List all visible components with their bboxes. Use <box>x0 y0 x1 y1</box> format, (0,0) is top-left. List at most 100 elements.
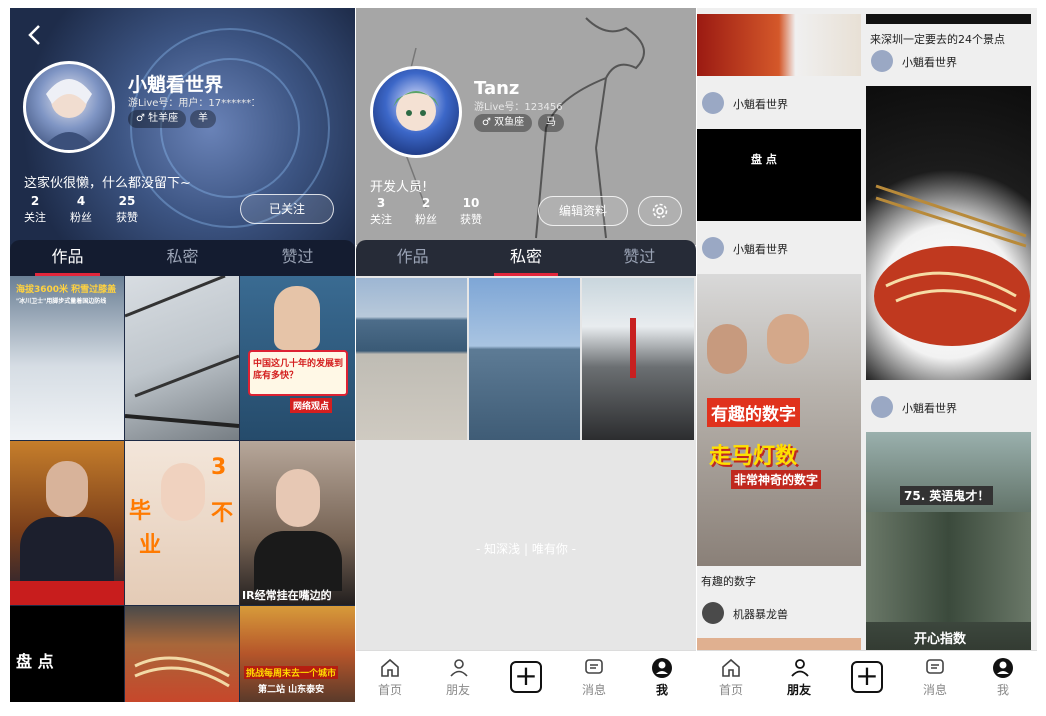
avatar[interactable] <box>871 396 893 418</box>
home-icon <box>722 658 740 677</box>
following-count[interactable]: 3 <box>366 196 396 210</box>
nav-home[interactable]: 首页 <box>697 651 765 702</box>
author-name[interactable]: 小魈看世界 <box>733 96 788 112</box>
car-ornament <box>630 318 636 378</box>
following-label: 关注 <box>370 213 392 226</box>
nav-home[interactable]: 首页 <box>356 651 424 702</box>
nav-create[interactable]: + <box>492 651 560 702</box>
author-name[interactable]: 小魈看世界 <box>902 54 957 70</box>
back-icon[interactable] <box>24 22 46 48</box>
tab-liked[interactable]: 赞过 <box>240 240 355 276</box>
photo-thumbnail[interactable] <box>469 278 580 440</box>
footer-slogan: - 知深浅 | 唯有你 - <box>476 542 576 556</box>
feed-card-image[interactable] <box>866 86 1031 380</box>
nav-friends[interactable]: 朋友 <box>424 651 492 702</box>
followers-count[interactable]: 4 <box>66 194 96 208</box>
edit-profile-button[interactable]: 编辑资料 <box>538 196 628 226</box>
video-thumbnail[interactable] <box>125 606 239 702</box>
person-figure <box>276 469 320 527</box>
nav-label: 朋友 <box>786 683 811 697</box>
bio-text: 这家伙很懒，什么都没留下~ <box>24 176 191 191</box>
animal-chip: 马 <box>538 114 564 132</box>
nav-create[interactable]: + <box>833 651 901 702</box>
video-thumbnail[interactable]: 中国这几十年的发展到底有多快？ 网络观点 <box>240 276 355 440</box>
followers-count[interactable]: 2 <box>411 196 441 210</box>
card-title[interactable]: 有趣的数字 <box>701 573 756 589</box>
video-thumbnail[interactable]: 海拔3600米 积雪过膝盖 "冰川卫士"用脚步式量着国边防线 <box>10 276 124 440</box>
profile-icon <box>993 658 1013 678</box>
avatar[interactable] <box>871 50 893 72</box>
video-thumbnail[interactable] <box>125 276 239 440</box>
tab-private[interactable]: 私密 <box>469 240 582 276</box>
thumbnail-caption: 挑战每周末去一个城市 <box>244 666 339 679</box>
video-thumbnail[interactable]: 挑战每周末去一个城市 第二站 山东泰安 <box>240 606 355 702</box>
video-thumbnail[interactable] <box>10 441 124 605</box>
likes-count[interactable]: 10 <box>456 196 486 210</box>
avatar[interactable] <box>702 602 724 624</box>
tab-works[interactable]: 作品 <box>356 240 469 276</box>
nav-label: 消息 <box>922 683 947 697</box>
presenter-figure <box>274 286 320 350</box>
plus-icon: + <box>851 661 883 693</box>
author-name[interactable]: 小魈看世界 <box>733 241 788 257</box>
nav-me[interactable]: 我 <box>969 651 1037 702</box>
likes-count[interactable]: 25 <box>112 194 142 208</box>
gear-icon <box>652 203 668 219</box>
scene-figures <box>866 512 1031 622</box>
nav-label: 消息 <box>581 683 606 697</box>
photo-thumbnail[interactable] <box>582 278 694 440</box>
author-name[interactable]: 机器暴龙兽 <box>733 606 788 622</box>
feed-card-image[interactable]: 75. 英语鬼才！ 开心指数 <box>866 432 1031 654</box>
feed-card-image[interactable] <box>697 14 861 76</box>
nav-friends[interactable]: 朋友 <box>765 651 833 702</box>
feed-card-image[interactable]: 有趣的数字 走马灯数 非常神奇的数字 <box>697 274 861 566</box>
tab-private[interactable]: 私密 <box>125 240 240 276</box>
video-thumbnail[interactable]: 毕 业 3 不 <box>125 441 239 605</box>
settings-button[interactable] <box>638 196 682 226</box>
nav-messages[interactable]: 消息 <box>901 651 969 702</box>
avatar-illustration <box>41 79 97 150</box>
avatar[interactable] <box>702 92 724 114</box>
nav-messages[interactable]: 消息 <box>560 651 628 702</box>
overlay-text: 开心指数 <box>914 632 967 647</box>
nav-label: 首页 <box>718 683 743 697</box>
home-icon <box>381 658 399 677</box>
followers-label: 粉丝 <box>70 211 92 224</box>
overlay-char: 不 <box>211 501 234 526</box>
nav-label: 我 <box>655 683 668 697</box>
bottom-navigation: 首页 朋友 + 消息 我 <box>697 650 1037 702</box>
photo-thumbnail[interactable] <box>356 278 467 440</box>
overlay-char: 毕 <box>129 499 152 524</box>
card-title[interactable]: 来深圳一定要去的24个景点 <box>870 31 1005 47</box>
zodiac-chip: ♂ 牡羊座 <box>128 110 187 128</box>
feed-card-image[interactable]: 盘 点 <box>697 129 861 221</box>
content-tabs: 作品 私密 赞过 <box>356 240 696 276</box>
avatar[interactable] <box>370 66 462 158</box>
author-name[interactable]: 小魈看世界 <box>902 400 957 416</box>
avatar[interactable] <box>702 237 724 259</box>
message-icon <box>926 659 944 674</box>
friends-icon <box>791 659 809 677</box>
video-thumbnail[interactable]: IR经常挂在嘴边的 <box>240 441 355 605</box>
following-label: 关注 <box>24 211 46 224</box>
speaker-figure <box>46 461 88 517</box>
thumbnail-subtitle: 第二站 山东泰安 <box>258 685 325 695</box>
likes-label: 获赞 <box>116 211 138 224</box>
feed-card-image[interactable] <box>866 14 1031 24</box>
friends-icon <box>450 659 468 677</box>
nav-me[interactable]: 我 <box>628 651 696 702</box>
profile-panel-other-user: 小魈看世界 游Live号：用户：17******11: ♂ 牡羊座 羊 这家伙很… <box>10 8 355 702</box>
followed-button[interactable]: 已关注 <box>240 194 334 224</box>
avatar[interactable] <box>23 61 115 153</box>
user-id: 游Live号：用户：17******11: <box>128 98 254 109</box>
tab-works[interactable]: 作品 <box>10 240 125 276</box>
noodles-illustration <box>134 656 230 688</box>
following-count[interactable]: 2 <box>20 194 50 208</box>
bottom-navigation: 首页 朋友 + 消息 我 <box>356 650 696 702</box>
tab-liked[interactable]: 赞过 <box>583 240 696 276</box>
plus-icon: + <box>510 661 542 693</box>
thumbnail-tag: 网络观点 <box>290 398 333 413</box>
person-figure <box>767 314 809 364</box>
feed-panel: 小魈看世界 盘 点 小魈看世界 有趣的数字 走马灯数 非常神奇的数字 有趣的数字… <box>697 8 1037 702</box>
video-thumbnail[interactable]: 盘 点 <box>10 606 124 702</box>
